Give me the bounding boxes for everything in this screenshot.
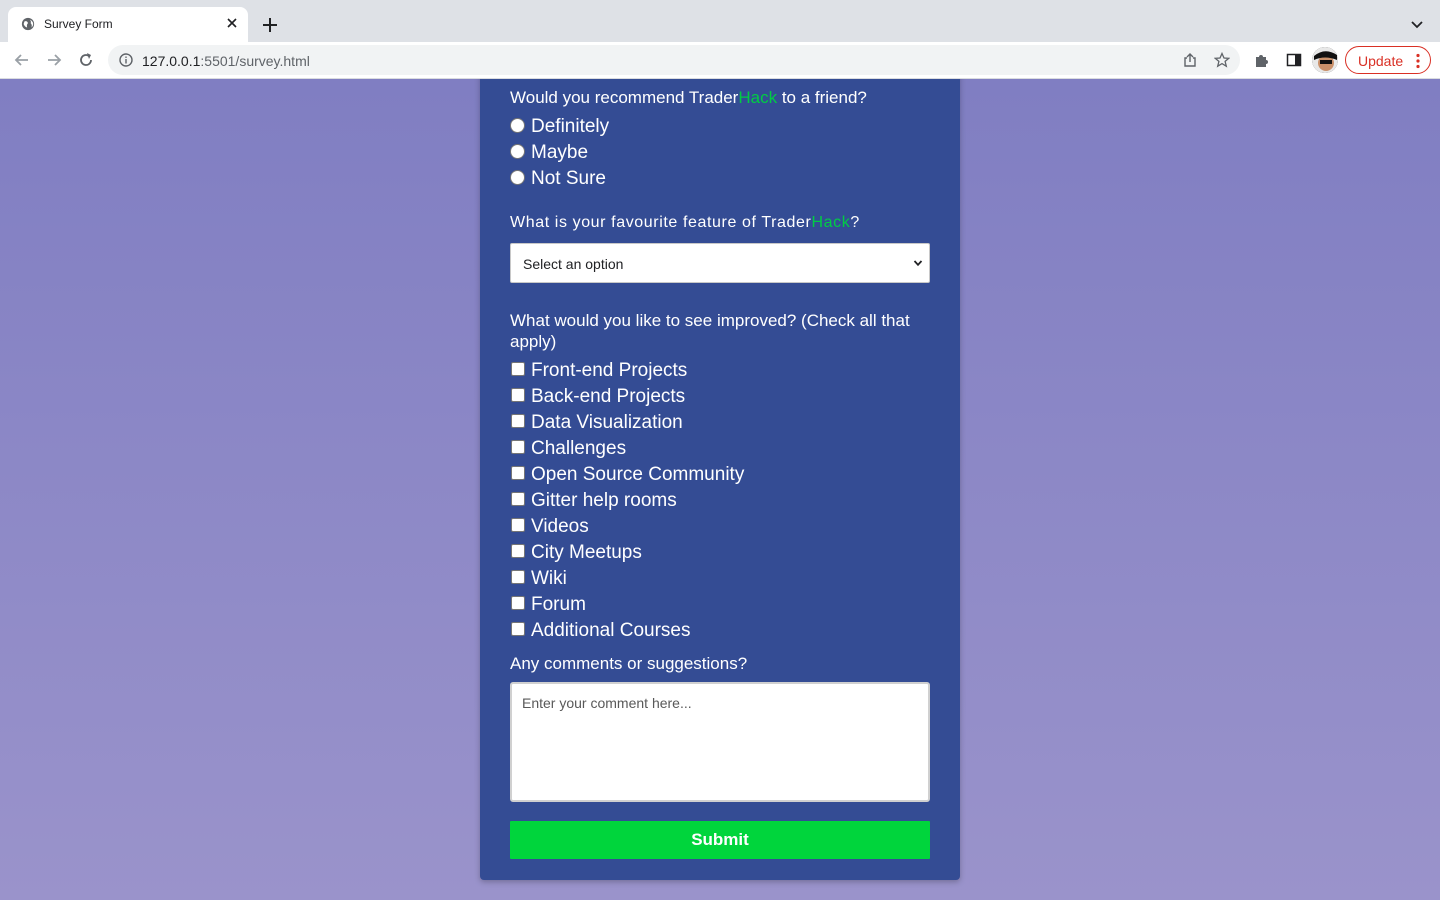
feature-question-suffix: ?	[850, 214, 860, 231]
feature-question-prefix: What is your favourite feature of Trader	[510, 214, 812, 231]
forward-arrow-icon[interactable]	[44, 50, 64, 70]
checkbox[interactable]	[511, 544, 525, 558]
side-panel-icon[interactable]	[1286, 52, 1302, 68]
tab-strip: Survey Form	[0, 0, 1440, 42]
checkbox-label: Back-end Projects	[531, 386, 686, 407]
checkbox[interactable]	[511, 622, 525, 636]
chevron-down-icon	[913, 260, 923, 267]
comments-textarea[interactable]: Enter your comment here...	[510, 682, 930, 802]
checkbox[interactable]	[511, 596, 525, 610]
checkbox[interactable]	[511, 414, 525, 428]
tab-title: Survey Form	[44, 17, 113, 31]
avatar-icon	[1312, 47, 1338, 73]
radio-button[interactable]	[510, 170, 525, 185]
submit-button[interactable]: Submit	[510, 821, 930, 859]
close-icon[interactable]	[224, 15, 240, 31]
comments-question: Any comments or suggestions?	[510, 654, 748, 673]
reload-icon[interactable]	[76, 50, 96, 70]
recommend-question-suffix: to a friend?	[777, 88, 867, 107]
url-host: 127.0.0.1	[142, 53, 201, 69]
checkbox[interactable]	[511, 362, 525, 376]
url-path: :5501/survey.html	[200, 53, 310, 69]
radio-label: Definitely	[531, 116, 610, 137]
info-icon[interactable]	[119, 53, 133, 67]
share-icon[interactable]	[1182, 52, 1198, 68]
feature-select[interactable]: Select an option	[510, 243, 930, 283]
profile-avatar[interactable]	[1312, 47, 1338, 73]
checkbox-label: Front-end Projects	[531, 360, 688, 381]
checkbox[interactable]	[511, 440, 525, 454]
browser-toolbar: 127.0.0.1:5501/survey.html Update	[0, 42, 1440, 79]
extensions-puzzle-icon[interactable]	[1254, 52, 1270, 68]
chevron-down-icon[interactable]	[1409, 16, 1425, 32]
checkbox[interactable]	[511, 518, 525, 532]
checkbox-label: Gitter help rooms	[531, 490, 677, 511]
brand-accent-text: Hack	[738, 88, 778, 107]
checkbox[interactable]	[511, 388, 525, 402]
new-tab-plus-icon[interactable]	[260, 15, 280, 35]
checkbox-label: Wiki	[531, 568, 567, 589]
checkbox-label: Forum	[531, 594, 586, 615]
radio-label: Maybe	[531, 142, 589, 163]
feature-question: What is your favourite feature of Trader…	[510, 212, 860, 233]
survey-form-card: Would you recommend TraderHack to a frie…	[480, 79, 960, 880]
globe-icon	[21, 17, 35, 31]
more-vert-icon	[1416, 53, 1420, 69]
radio-button[interactable]	[510, 144, 525, 159]
recommend-question-prefix: Would you recommend Trader	[510, 88, 739, 107]
address-bar[interactable]: 127.0.0.1:5501/survey.html	[108, 45, 1240, 75]
brand-accent-text: Hack	[811, 214, 851, 231]
checkbox[interactable]	[511, 570, 525, 584]
feature-select-value: Select an option	[523, 256, 624, 272]
checkbox[interactable]	[511, 466, 525, 480]
checkbox-label: City Meetups	[531, 542, 642, 563]
comments-placeholder: Enter your comment here...	[522, 695, 692, 711]
recommend-question: Would you recommend TraderHack to a frie…	[510, 87, 867, 108]
page-viewport: Would you recommend TraderHack to a frie…	[0, 79, 1440, 900]
bookmark-star-icon[interactable]	[1214, 52, 1230, 68]
url-text: 127.0.0.1:5501/survey.html	[142, 53, 310, 69]
radio-button[interactable]	[510, 118, 525, 133]
update-button[interactable]: Update	[1345, 46, 1431, 74]
checkbox-label: Videos	[531, 516, 589, 537]
checkbox-label: Additional Courses	[531, 620, 691, 641]
improve-question: What would you like to see improved? (Ch…	[510, 311, 910, 351]
checkbox[interactable]	[511, 492, 525, 506]
back-arrow-icon[interactable]	[12, 50, 32, 70]
checkbox-label: Challenges	[531, 438, 627, 459]
tab-survey-form[interactable]: Survey Form	[8, 7, 248, 42]
checkbox-label: Data Visualization	[531, 412, 683, 433]
radio-label: Not Sure	[531, 168, 606, 189]
update-label: Update	[1358, 53, 1404, 69]
checkbox-label: Open Source Community	[531, 464, 745, 485]
